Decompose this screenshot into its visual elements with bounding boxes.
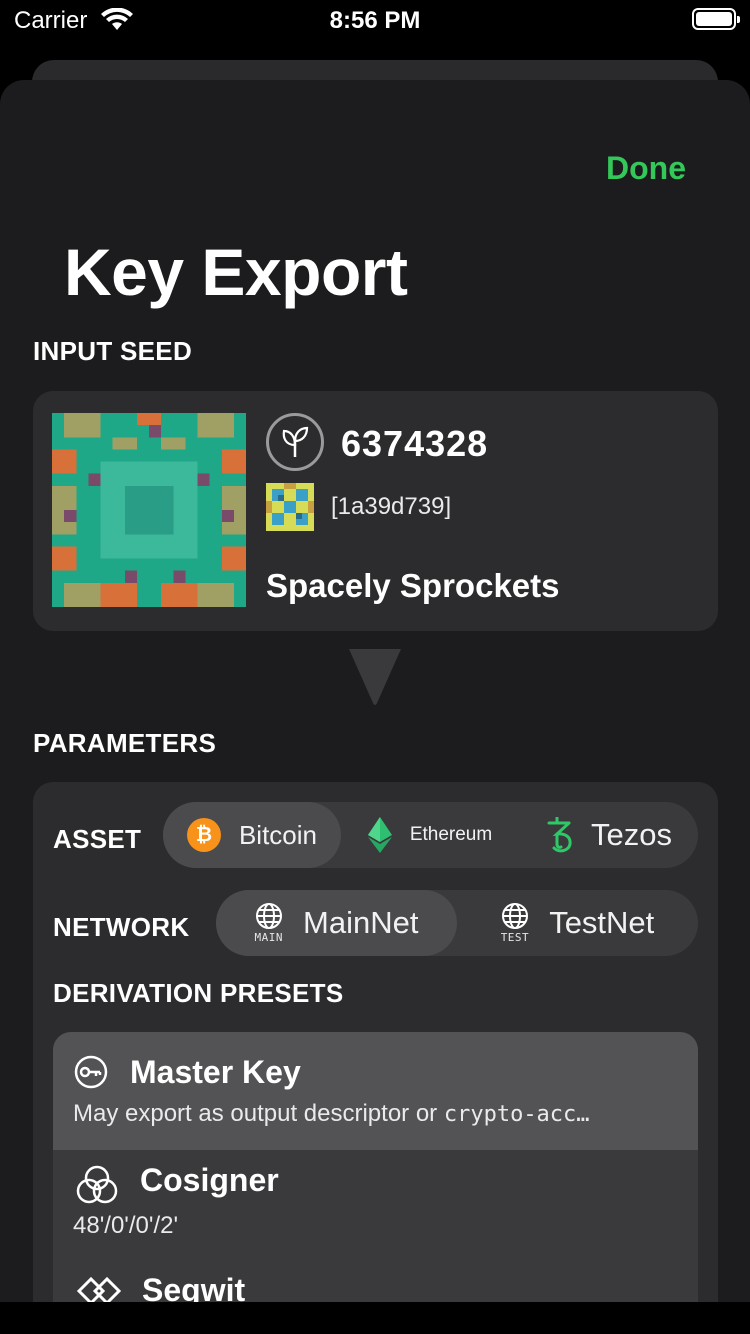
preset-title: Master Key: [130, 1054, 301, 1090]
seedling-icon: [266, 413, 324, 471]
network-option-label: MainNet: [303, 905, 419, 940]
preset-master-key[interactable]: Master Key May export as output descript…: [53, 1032, 698, 1150]
globe-caption: TEST: [500, 931, 530, 944]
preset-title: Segwit: [142, 1272, 246, 1302]
seed-fingerprint: [1a39d739]: [331, 493, 452, 520]
bitcoin-icon: ₿: [186, 818, 221, 852]
globe-caption: MAIN: [254, 931, 284, 944]
network-segmented-control: MAIN MainNet TEST TestNet: [216, 890, 698, 956]
globe-icon: MAIN: [255, 902, 284, 944]
home-indicator-area: [0, 1302, 750, 1334]
parameters-card: ASSET ₿ Bitcoin Ethereum Tezos NETWORK M…: [33, 782, 718, 1302]
parameters-section-label: PARAMETERS: [33, 728, 217, 758]
seed-number: 6374328: [341, 423, 489, 464]
asset-option-label: Tezos: [591, 817, 672, 852]
network-option-mainnet[interactable]: MAIN MainNet: [216, 890, 457, 956]
network-option-testnet[interactable]: TEST TestNet: [457, 890, 698, 956]
preset-segwit[interactable]: Segwit: [53, 1262, 698, 1302]
asset-option-bitcoin[interactable]: ₿ Bitcoin: [163, 802, 341, 868]
done-button[interactable]: Done: [606, 150, 686, 187]
asset-option-tezos[interactable]: Tezos: [519, 802, 698, 868]
seed-lifehash-image: [52, 413, 246, 607]
seed-name: Spacely Sprockets: [266, 567, 560, 604]
asset-segmented-control: ₿ Bitcoin Ethereum Tezos: [163, 802, 698, 868]
derivation-presets-list: Master Key May export as output descript…: [53, 1032, 698, 1302]
down-arrow-icon: [349, 649, 401, 705]
cosigner-icon: [76, 1165, 118, 1204]
battery-icon: [692, 8, 740, 30]
segwit-icon: [76, 1276, 122, 1302]
preset-subtitle: 48'/0'/0'/2': [73, 1212, 179, 1239]
globe-icon: TEST: [501, 902, 530, 944]
preset-title: Cosigner: [140, 1162, 279, 1198]
status-bar: Carrier 8:56 PM: [0, 0, 750, 40]
asset-option-label: Ethereum: [409, 824, 493, 845]
page-title: Key Export: [64, 235, 408, 309]
input-seed-card[interactable]: 6374328 [1a39d739] Spacely Sprockets: [33, 391, 718, 631]
asset-option-label: Bitcoin: [238, 819, 318, 850]
tezos-icon: [547, 817, 572, 853]
asset-label: ASSET: [53, 824, 142, 854]
asset-option-ethereum[interactable]: Ethereum: [341, 802, 519, 868]
clock: 8:56 PM: [329, 7, 421, 34]
network-option-label: TestNet: [549, 905, 655, 940]
input-seed-section-label: INPUT SEED: [33, 336, 193, 366]
derivation-presets-label: DERIVATION PRESETS: [53, 978, 344, 1008]
preset-subtitle: May export as output descriptor or crypt…: [73, 1100, 590, 1127]
network-label: NETWORK: [53, 912, 190, 942]
key-export-sheet: Done Key Export INPUT SEED 6374328 [1a39…: [0, 80, 750, 1302]
preset-cosigner[interactable]: Cosigner 48'/0'/0'/2': [53, 1150, 698, 1262]
fingerprint-lifehash-image: [266, 483, 314, 531]
key-icon: [74, 1055, 108, 1089]
ethereum-icon: [367, 817, 392, 853]
